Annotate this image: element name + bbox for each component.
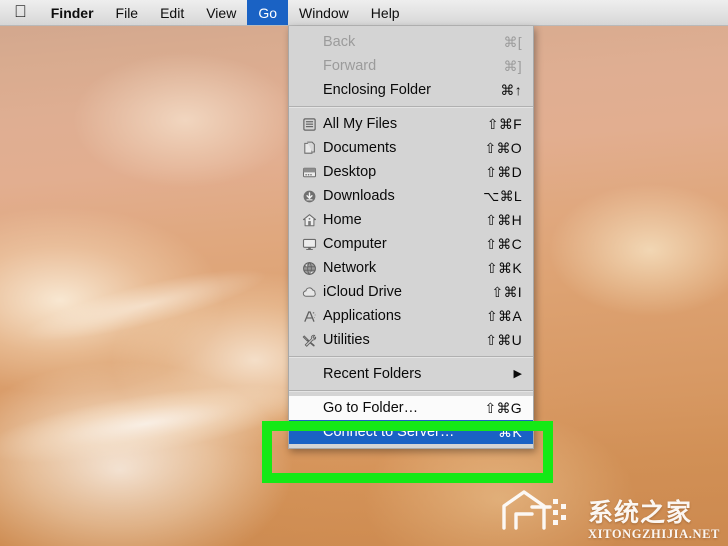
menu-separator-2 — [289, 356, 533, 358]
all-my-files-icon — [299, 116, 320, 133]
menu-item-go-to-folder[interactable]: Go to Folder… ⇧⌘G — [289, 396, 533, 420]
menu-item-documents-label: Documents — [323, 140, 397, 156]
menu-item-icloud-drive-label: iCloud Drive — [323, 284, 402, 300]
menu-item-desktop-label: Desktop — [323, 164, 377, 180]
network-globe-icon — [299, 260, 320, 277]
menubar-label-edit: Edit — [147, 4, 184, 21]
menu-item-network[interactable]: Network ⇧⌘K — [289, 256, 533, 280]
chevron-right-icon: ▶ — [513, 367, 522, 380]
menu-item-recent-folders-label: Recent Folders — [323, 366, 422, 382]
menu-item-downloads[interactable]: Downloads ⌥⌘L — [289, 184, 533, 208]
menu-item-enclosing-folder[interactable]: Enclosing Folder ⌘↑ — [289, 78, 533, 102]
menubar-label-help: Help — [358, 4, 400, 21]
menu-item-utilities-shortcut: ⇧⌘U — [485, 331, 522, 348]
documents-icon — [299, 140, 320, 157]
menu-item-computer-label: Computer — [323, 236, 387, 252]
menu-item-back[interactable]: Back ⌘[ — [289, 30, 533, 54]
menu-item-network-shortcut: ⇧⌘K — [486, 259, 522, 276]
menu-item-documents-shortcut: ⇧⌘O — [484, 139, 522, 156]
menu-item-downloads-shortcut: ⌥⌘L — [483, 187, 522, 204]
menu-item-computer-shortcut: ⇧⌘C — [485, 235, 522, 252]
menubar-item-edit[interactable]: Edit — [149, 0, 195, 25]
menubar-item-help[interactable]: Help — [360, 0, 411, 25]
menu-item-applications-label: Applications — [323, 308, 402, 324]
menu-item-applications-shortcut: ⇧⌘A — [486, 307, 522, 324]
menu-item-documents[interactable]: Documents ⇧⌘O — [289, 136, 533, 160]
icloud-drive-icon — [299, 284, 320, 301]
desktop-screen:  Finder File Edit View Go Window Help B… — [0, 0, 728, 546]
menubar-label-view: View — [193, 4, 236, 21]
go-dropdown-menu: Back ⌘[ Forward ⌘] Enclosing Folder ⌘↑ A… — [288, 26, 534, 449]
menu-item-home-label: Home — [323, 212, 362, 228]
watermark: 系统之家 XITONGZHIJIA.NET — [498, 486, 720, 540]
menu-item-desktop[interactable]: Desktop ⇧⌘D — [289, 160, 533, 184]
menu-item-home-shortcut: ⇧⌘H — [485, 211, 522, 228]
menu-item-downloads-label: Downloads — [323, 188, 395, 204]
menu-item-home[interactable]: Home ⇧⌘H — [289, 208, 533, 232]
menu-item-connect-to-server-shortcut: ⌘K — [498, 423, 522, 440]
menubar-item-window[interactable]: Window — [288, 0, 360, 25]
menu-item-applications[interactable]: Applications ⇧⌘A — [289, 304, 533, 328]
menubar-item-view[interactable]: View — [195, 0, 247, 25]
menubar-item-file[interactable]: File — [105, 0, 150, 25]
menu-item-connect-to-server-label: Connect to Server… — [323, 424, 455, 440]
menu-item-back-label: Back — [323, 34, 356, 50]
watermark-logo-icon — [498, 486, 582, 537]
menu-item-forward[interactable]: Forward ⌘] — [289, 54, 533, 78]
menubar-label-finder: Finder — [38, 4, 94, 21]
watermark-english-text: XITONGZHIJIA.NET — [588, 526, 720, 541]
menu-item-all-my-files[interactable]: All My Files ⇧⌘F — [289, 112, 533, 136]
watermark-text: 系统之家 XITONGZHIJIA.NET — [588, 500, 720, 541]
menu-item-forward-label: Forward — [323, 58, 377, 74]
apple-logo-glyph:  — [14, 3, 27, 20]
menubar-label-go: Go — [245, 4, 277, 21]
menu-item-icloud-drive-shortcut: ⇧⌘I — [491, 283, 522, 300]
menu-item-connect-to-server[interactable]: Connect to Server… ⌘K — [289, 420, 533, 444]
menubar-item-go[interactable]: Go — [247, 0, 288, 25]
menu-item-icloud-drive[interactable]: iCloud Drive ⇧⌘I — [289, 280, 533, 304]
menubar-label-window: Window — [286, 4, 349, 21]
menu-item-computer[interactable]: Computer ⇧⌘C — [289, 232, 533, 256]
menu-item-network-label: Network — [323, 260, 377, 276]
utilities-icon — [299, 332, 320, 349]
menu-item-enclosing-folder-shortcut: ⌘↑ — [500, 81, 522, 98]
computer-icon — [299, 236, 320, 253]
menu-item-all-my-files-shortcut: ⇧⌘F — [486, 115, 522, 132]
menu-item-desktop-shortcut: ⇧⌘D — [485, 163, 522, 180]
menubar-item-finder[interactable]: Finder — [40, 0, 105, 25]
menu-item-utilities[interactable]: Utilities ⇧⌘U — [289, 328, 533, 352]
desktop-icon — [299, 164, 320, 181]
watermark-chinese-text: 系统之家 — [588, 497, 693, 527]
apple-logo-icon[interactable]:  — [0, 0, 40, 25]
menu-item-utilities-label: Utilities — [323, 332, 370, 348]
menu-item-go-to-folder-label: Go to Folder… — [323, 400, 419, 416]
menu-item-forward-shortcut: ⌘] — [503, 57, 522, 74]
downloads-icon — [299, 188, 320, 205]
menu-item-go-to-folder-shortcut: ⇧⌘G — [484, 399, 522, 416]
applications-icon — [299, 308, 320, 325]
menu-separator-1 — [289, 106, 533, 108]
macos-menu-bar:  Finder File Edit View Go Window Help — [0, 0, 728, 26]
menu-separator-3 — [289, 390, 533, 392]
menubar-label-file: File — [102, 4, 139, 21]
menu-item-enclosing-folder-label: Enclosing Folder — [323, 82, 431, 98]
menu-item-recent-folders[interactable]: Recent Folders ▶ — [289, 362, 533, 386]
menu-item-back-shortcut: ⌘[ — [503, 33, 522, 50]
menu-item-all-my-files-label: All My Files — [323, 116, 398, 132]
home-icon — [299, 212, 320, 229]
